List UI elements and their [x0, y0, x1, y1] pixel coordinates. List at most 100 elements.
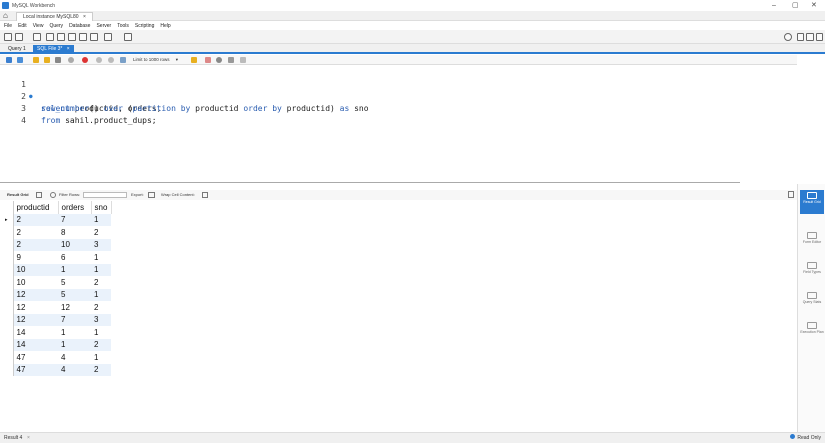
open-file-icon[interactable] [6, 57, 12, 63]
cell-orders[interactable]: 5 [58, 288, 91, 301]
toggle-secondary-sidebar-icon[interactable] [816, 33, 823, 41]
cell-productid[interactable]: 10 [13, 276, 58, 289]
menu-edit[interactable]: Edit [18, 23, 27, 29]
table-row[interactable]: 12 12 2 [5, 301, 111, 314]
row-header[interactable] [5, 301, 14, 314]
table-row[interactable]: 10 1 1 [5, 263, 111, 276]
execute-icon[interactable] [33, 57, 39, 63]
explain-icon[interactable] [55, 57, 61, 63]
row-header[interactable] [5, 226, 14, 239]
add-bookmark-icon[interactable] [191, 57, 197, 63]
table-row[interactable]: 282 [5, 226, 111, 239]
result-grid[interactable]: productid orders sno ▸ 2 7 1 2 8 2 2 10 3 9 6 1 10 1 1 1… [5, 201, 112, 376]
word-wrap-icon[interactable] [240, 57, 246, 63]
cell-productid[interactable]: 47 [13, 363, 58, 376]
panel-splitter[interactable] [0, 181, 797, 184]
close-icon[interactable]: × [67, 46, 70, 52]
create-function-icon[interactable] [90, 33, 98, 41]
row-header[interactable] [5, 313, 14, 326]
cell-orders[interactable]: 1 [58, 338, 91, 351]
limit-rows-select[interactable]: Limit to 1000 rows ▾ [133, 56, 178, 64]
create-table-icon[interactable] [57, 33, 65, 41]
connection-tab[interactable]: Local instance MySQL80 × [16, 12, 93, 21]
wrap-cell-icon[interactable] [202, 192, 208, 198]
menu-help[interactable]: Help [160, 23, 170, 29]
table-row[interactable]: 12 5 1 [5, 288, 111, 301]
cell-orders[interactable]: 8 [58, 226, 91, 239]
side-tab-field-types[interactable]: Field Types [800, 260, 824, 284]
create-schema-icon[interactable] [46, 33, 54, 41]
cell-orders[interactable]: 6 [58, 251, 91, 264]
cell-productid[interactable]: 14 [13, 338, 58, 351]
row-header[interactable] [5, 338, 14, 351]
row-header[interactable] [5, 238, 14, 251]
invisible-chars-icon[interactable] [228, 57, 234, 63]
side-tab-execution-plan[interactable]: Execution Plan [800, 320, 824, 344]
cell-sno[interactable]: 1 [91, 213, 111, 226]
rollback-icon[interactable] [108, 57, 114, 63]
close-icon[interactable]: × [83, 14, 86, 20]
cell-productid[interactable]: 9 [13, 251, 58, 264]
cell-orders[interactable]: 7 [58, 213, 91, 226]
cell-productid[interactable]: 2 [13, 226, 58, 239]
autocommit-icon[interactable] [120, 57, 126, 63]
cell-sno[interactable]: 1 [91, 251, 111, 264]
search-icon[interactable] [216, 57, 222, 63]
column-header-sno[interactable]: sno [91, 201, 112, 214]
cell-orders[interactable]: 10 [58, 238, 91, 251]
table-row[interactable]: 10 5 2 [5, 276, 111, 289]
cell-sno[interactable]: 1 [91, 326, 111, 339]
row-header[interactable] [5, 263, 14, 276]
toggle-output-icon[interactable] [806, 33, 814, 41]
cell-orders[interactable]: 7 [58, 313, 91, 326]
row-header[interactable] [5, 276, 14, 289]
export-icon[interactable] [148, 192, 155, 198]
cell-productid[interactable]: 10 [13, 263, 58, 276]
cell-orders[interactable]: 5 [58, 276, 91, 289]
cell-sno[interactable]: 2 [91, 226, 111, 239]
column-header-orders[interactable]: orders [58, 201, 92, 214]
beautify-icon[interactable] [205, 57, 211, 63]
grid-icon[interactable] [36, 192, 42, 198]
tab-query-1[interactable]: Query 1 [4, 45, 30, 54]
cell-sno[interactable]: 2 [91, 338, 111, 351]
menu-scripting[interactable]: Scripting [135, 23, 154, 29]
tab-sql-file-3[interactable]: SQL File 3* × [33, 45, 74, 54]
menu-database[interactable]: Database [69, 23, 90, 29]
menu-file[interactable]: File [4, 23, 12, 29]
table-row[interactable]: 47 4 1 [5, 351, 111, 364]
create-view-icon[interactable] [68, 33, 76, 41]
cell-orders[interactable]: 1 [58, 263, 91, 276]
filter-rows-input[interactable] [83, 192, 127, 198]
cell-sno[interactable]: 3 [91, 313, 111, 326]
result-tab[interactable]: Result 4 [4, 434, 22, 443]
new-sql-tab-icon[interactable] [4, 33, 12, 41]
table-row[interactable]: 47 4 2 [5, 363, 111, 376]
open-sql-script-icon[interactable] [15, 33, 23, 41]
cell-productid[interactable]: 12 [13, 301, 58, 314]
cell-sno[interactable]: 2 [91, 276, 111, 289]
save-icon[interactable] [17, 57, 23, 63]
cell-sno[interactable]: 3 [91, 238, 111, 251]
cell-orders[interactable]: 4 [58, 363, 91, 376]
toggle-sidebar-icon[interactable] [797, 33, 804, 41]
row-header[interactable] [5, 251, 14, 264]
row-header[interactable]: ▸ [5, 213, 14, 226]
execute-statement-icon[interactable] [44, 57, 50, 63]
cell-productid[interactable]: 12 [13, 313, 58, 326]
maximize-button[interactable]: ▢ [792, 1, 799, 10]
cell-sno[interactable]: 1 [91, 263, 111, 276]
stop-icon[interactable] [68, 57, 74, 63]
toggle-error-icon[interactable] [82, 57, 88, 63]
column-header-productid[interactable]: productid [13, 201, 59, 214]
toggle-panel-icon[interactable] [788, 191, 794, 198]
reconnect-icon[interactable] [124, 33, 132, 41]
sql-editor[interactable]: 1 ● select productid, orders, 2 row_numb… [0, 65, 797, 180]
close-icon[interactable]: × [27, 435, 30, 441]
cell-productid[interactable]: 2 [13, 238, 58, 251]
row-header[interactable] [5, 288, 14, 301]
table-row[interactable]: 961 [5, 251, 111, 264]
row-header[interactable] [5, 363, 14, 376]
table-row[interactable]: 2 10 3 [5, 238, 111, 251]
cell-sno[interactable]: 2 [91, 301, 111, 314]
